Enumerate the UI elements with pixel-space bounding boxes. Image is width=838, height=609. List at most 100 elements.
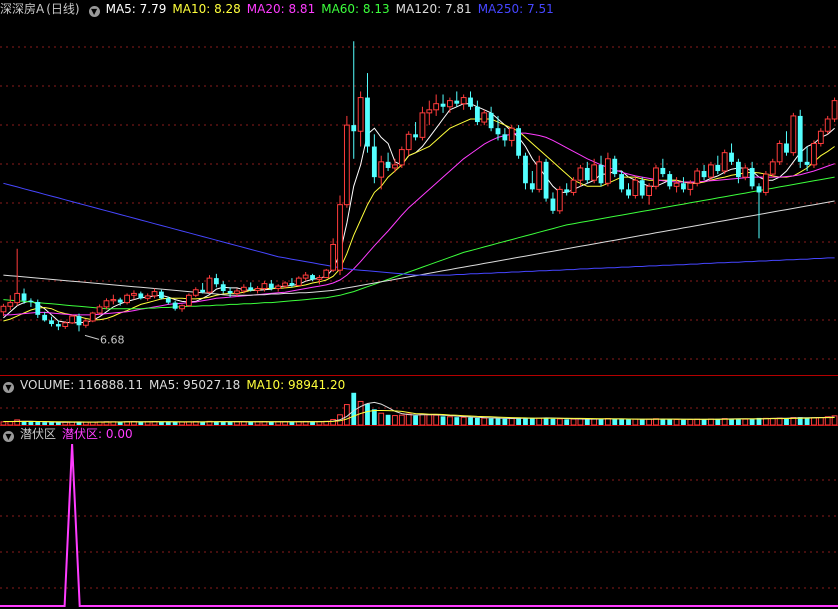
candle-body xyxy=(240,286,247,292)
volume-bar xyxy=(619,419,625,425)
candle-body xyxy=(639,180,645,196)
candle-body xyxy=(804,161,810,165)
candle-body xyxy=(179,305,185,310)
candle-body xyxy=(165,298,171,303)
candle-body xyxy=(604,158,611,184)
candle-body xyxy=(302,274,309,279)
candle-body xyxy=(49,320,54,325)
volume-bar xyxy=(749,419,755,425)
candle-body xyxy=(82,320,89,326)
volume-bar xyxy=(49,422,54,425)
candle-body xyxy=(735,161,741,178)
candle-body xyxy=(715,164,721,172)
volume-bar xyxy=(681,419,686,425)
candle-body xyxy=(584,167,590,181)
candle-body xyxy=(742,167,749,178)
candle-body xyxy=(776,142,783,163)
volume-bar xyxy=(426,414,433,426)
candle-body xyxy=(831,100,838,120)
candle-body xyxy=(14,292,21,304)
candle-body xyxy=(316,277,323,280)
volume-bar xyxy=(660,418,666,425)
candle-body xyxy=(749,167,755,187)
volume-bar xyxy=(584,419,590,425)
candle-body xyxy=(392,164,398,169)
candle-body xyxy=(474,106,480,123)
candle-body xyxy=(756,186,762,193)
candle-body xyxy=(144,295,151,299)
candle-body xyxy=(577,167,584,181)
volume-bar xyxy=(817,417,824,426)
volume-bar xyxy=(804,417,810,425)
volume-bar xyxy=(460,416,467,426)
candle-body xyxy=(220,284,226,291)
candle-body xyxy=(172,302,178,309)
candle-body xyxy=(289,283,295,286)
candle-body xyxy=(508,127,515,141)
candle-body xyxy=(694,170,701,184)
candle-body xyxy=(365,97,370,147)
volume-bar xyxy=(502,418,508,425)
series-line-ma5 xyxy=(3,103,835,324)
candle-body xyxy=(323,269,330,279)
candle-body xyxy=(556,188,563,212)
candle-body xyxy=(0,305,7,313)
volume-bar xyxy=(556,418,563,426)
volume-bar xyxy=(639,419,645,425)
candle-body xyxy=(385,161,391,168)
candle-body xyxy=(564,189,570,193)
candle-body xyxy=(89,312,96,322)
candle-body xyxy=(110,299,117,302)
volume-bar xyxy=(0,421,7,426)
volume-bar xyxy=(433,414,440,426)
candle-body xyxy=(234,290,240,294)
volume-bar xyxy=(708,418,714,426)
series-line-ma20 xyxy=(3,132,835,316)
candle-body xyxy=(337,204,343,271)
candle-body xyxy=(454,100,460,104)
volume-bar xyxy=(398,414,405,426)
candle-body xyxy=(159,291,164,299)
candle-body xyxy=(762,173,769,193)
volume-bar xyxy=(729,418,734,425)
volume-bar xyxy=(227,421,233,425)
volume-bar xyxy=(413,415,418,425)
candle-body xyxy=(681,183,686,190)
candle-body xyxy=(378,161,385,178)
candle-body xyxy=(330,243,337,271)
volume-bar xyxy=(591,418,598,426)
candle-body xyxy=(502,134,508,141)
volume-bar xyxy=(604,418,611,426)
candle-body xyxy=(626,189,631,196)
candle-body xyxy=(653,167,659,187)
candle-body xyxy=(612,158,618,175)
volume-bar xyxy=(351,392,357,425)
candle-body xyxy=(124,294,130,304)
candle-body xyxy=(28,300,34,302)
candle-body xyxy=(419,112,426,138)
volume-bar xyxy=(440,416,446,425)
candle-body xyxy=(7,302,14,307)
candle-body xyxy=(667,174,673,187)
candle-body xyxy=(701,171,707,178)
volume-bar xyxy=(776,417,783,426)
candle-body xyxy=(570,179,577,193)
candle-body xyxy=(151,291,158,297)
candle-body xyxy=(729,152,734,162)
candle-body xyxy=(769,161,776,175)
candle-body xyxy=(550,198,556,211)
volume-bar xyxy=(564,419,570,425)
stock-chart[interactable]: 6.68 xyxy=(0,0,838,609)
volume-bar xyxy=(646,418,653,426)
candle-body xyxy=(357,97,364,132)
candle-body xyxy=(371,146,377,178)
candle-body xyxy=(433,103,440,111)
series-line-ma250 xyxy=(3,182,835,276)
candle-body xyxy=(440,103,446,107)
volume-bar xyxy=(172,422,178,425)
candle-body xyxy=(824,118,831,132)
candle-body xyxy=(790,115,797,154)
volume-bar xyxy=(378,412,385,426)
volume-bar xyxy=(516,417,522,425)
candle-body xyxy=(21,293,27,301)
